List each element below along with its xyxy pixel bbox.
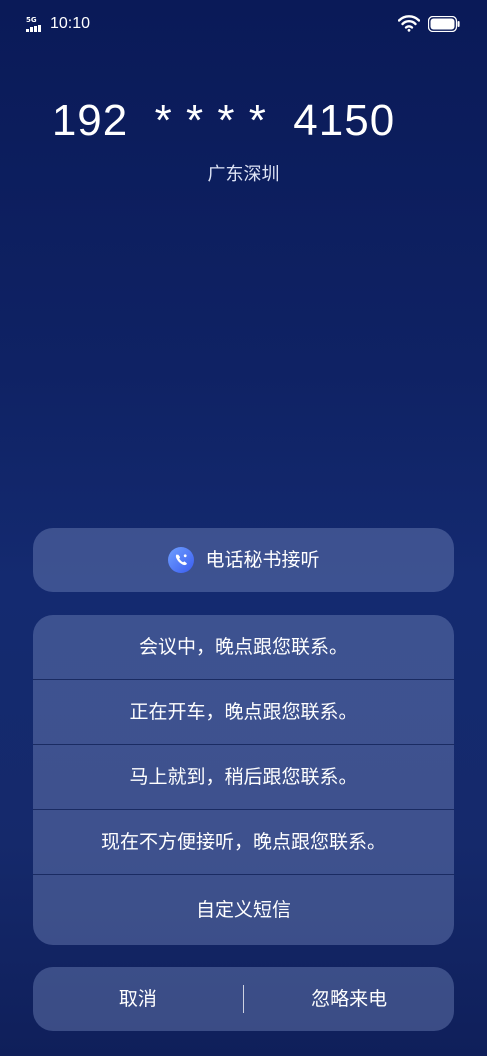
call-action-bar: 取消 忽略来电 xyxy=(33,967,454,1031)
secretary-answer-label: 电话秘书接听 xyxy=(205,549,320,571)
status-time: 10:10 xyxy=(50,15,91,32)
ignore-call-button[interactable]: 忽略来电 xyxy=(244,967,454,1031)
quick-reply-meeting[interactable]: 会议中，晚点跟您联系。 xyxy=(33,615,454,680)
caller-location: 广东深圳 xyxy=(207,164,280,185)
quick-reply-inconvenient[interactable]: 现在不方便接听，晚点跟您联系。 xyxy=(33,810,454,875)
call-secretary-icon xyxy=(168,547,195,573)
quick-reply-arriving[interactable]: 马上就到，稍后跟您联系。 xyxy=(33,745,454,810)
caller-number: 192 * * * * 4150 xyxy=(51,96,396,145)
quick-reply-driving[interactable]: 正在开车，晚点跟您联系。 xyxy=(33,680,454,745)
quick-reply-list: 会议中，晚点跟您联系。 正在开车，晚点跟您联系。 马上就到，稍后跟您联系。 现在… xyxy=(33,615,454,945)
battery-icon xyxy=(428,16,460,32)
network-type-label: 5G xyxy=(26,16,37,24)
signal-icon: 5G xyxy=(26,16,46,32)
cancel-button[interactable]: 取消 xyxy=(33,967,243,1031)
wifi-icon xyxy=(398,15,420,32)
status-bar: 5G 10:10 xyxy=(0,0,487,48)
custom-sms-button[interactable]: 自定义短信 xyxy=(33,875,454,945)
secretary-answer-button[interactable]: 电话秘书接听 xyxy=(33,528,454,592)
